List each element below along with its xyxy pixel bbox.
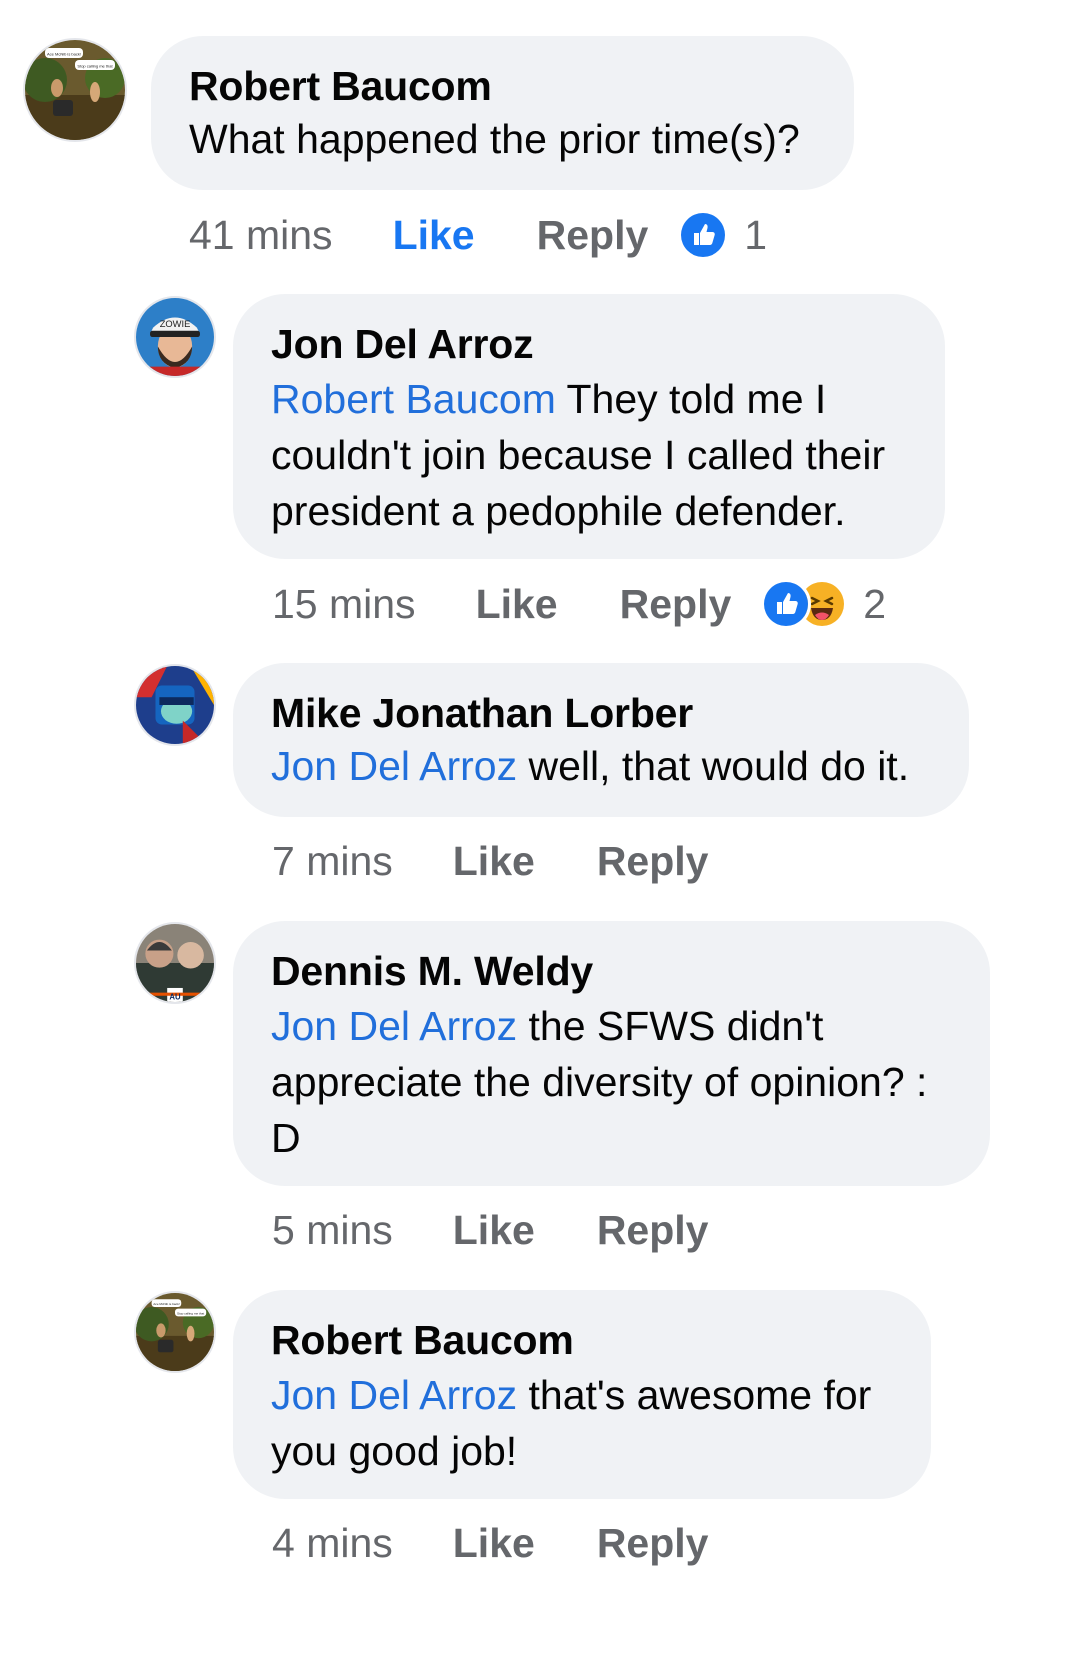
svg-text:Stop calling me that: Stop calling me that [177,1311,204,1315]
svg-text:AU: AU [169,993,181,1002]
comment-author[interactable]: Robert Baucom [189,62,816,110]
svg-text:ZOWIE: ZOWIE [160,319,191,329]
comment-author[interactable]: Dennis M. Weldy [271,947,952,995]
reply-button[interactable]: Reply [597,1520,709,1567]
comment-time[interactable]: 15 mins [272,581,416,628]
comment-author[interactable]: Mike Jonathan Lorber [271,689,931,737]
avatar[interactable]: ZOWIE [134,296,216,378]
like-reaction-icon [761,579,812,629]
comment-time[interactable]: 7 mins [272,838,393,885]
avatar[interactable]: AU [134,922,216,1004]
svg-text:Ace McNib is back!: Ace McNib is back! [153,1302,180,1306]
like-reaction-icon [678,210,729,260]
comment-actions: 5 mins Like Reply [272,1205,708,1255]
reply-button[interactable]: Reply [537,212,649,259]
mention-link[interactable]: Robert Baucom [271,376,556,422]
comment-actions: 15 mins Like Reply 2 [272,579,886,629]
comment-author[interactable]: Jon Del Arroz [271,320,907,368]
avatar[interactable]: Ace McNib is back! Stop calling me that [134,1291,216,1373]
mention-link[interactable]: Jon Del Arroz [271,1003,517,1049]
reply-button[interactable]: Reply [597,838,709,885]
reactions[interactable]: 2 [761,579,886,629]
avatar-image-icon: ZOWIE [136,298,214,376]
comment-bubble: Robert Baucom What happened the prior ti… [151,36,854,190]
avatar-image-icon: Ace McNib is back! Stop calling me that [25,40,125,140]
avatar-image-icon [136,666,214,744]
svg-text:Stop calling me that: Stop calling me that [77,64,113,69]
comment-text: Jon Del Arroz that's awesome for you goo… [271,1372,872,1474]
comment-bubble: Dennis M. Weldy Jon Del Arroz the SFWS d… [233,921,990,1186]
comment-time[interactable]: 41 mins [189,212,333,259]
comment-text: What happened the prior time(s)? [189,116,800,162]
svg-text:Ace McNib is back!: Ace McNib is back! [47,52,81,57]
comment-text: Jon Del Arroz well, that would do it. [271,743,910,789]
like-button[interactable]: Like [393,212,475,259]
comment-author[interactable]: Robert Baucom [271,1316,893,1364]
avatar-image-icon: AU [136,924,214,1002]
mention-link[interactable]: Jon Del Arroz [271,743,517,789]
reactions[interactable]: 1 [678,210,767,260]
like-button[interactable]: Like [453,838,535,885]
comment-bubble: Mike Jonathan Lorber Jon Del Arroz well,… [233,663,969,817]
comment-actions: 4 mins Like Reply [272,1518,708,1568]
comment-time[interactable]: 5 mins [272,1207,393,1254]
reaction-count: 1 [744,211,768,258]
comment-actions: 41 mins Like Reply 1 [189,210,767,260]
reply-button[interactable]: Reply [620,581,732,628]
like-button[interactable]: Like [476,581,558,628]
mention-link[interactable]: Jon Del Arroz [271,1372,517,1418]
comment-time[interactable]: 4 mins [272,1520,393,1567]
comment-actions: 7 mins Like Reply [272,836,708,886]
comment-bubble: Jon Del Arroz Robert Baucom They told me… [233,294,945,559]
avatar-image-icon: Ace McNib is back! Stop calling me that [136,1293,214,1371]
comment-text: Jon Del Arroz the SFWS didn't appreciate… [271,1003,928,1161]
comment-bubble: Robert Baucom Jon Del Arroz that's aweso… [233,1290,931,1499]
like-button[interactable]: Like [453,1207,535,1254]
comment-text: Robert Baucom They told me I couldn't jo… [271,376,886,534]
reaction-count: 2 [863,580,887,627]
reply-button[interactable]: Reply [597,1207,709,1254]
avatar[interactable] [134,664,216,746]
avatar[interactable]: Ace McNib is back! Stop calling me that [23,38,127,142]
like-button[interactable]: Like [453,1520,535,1567]
